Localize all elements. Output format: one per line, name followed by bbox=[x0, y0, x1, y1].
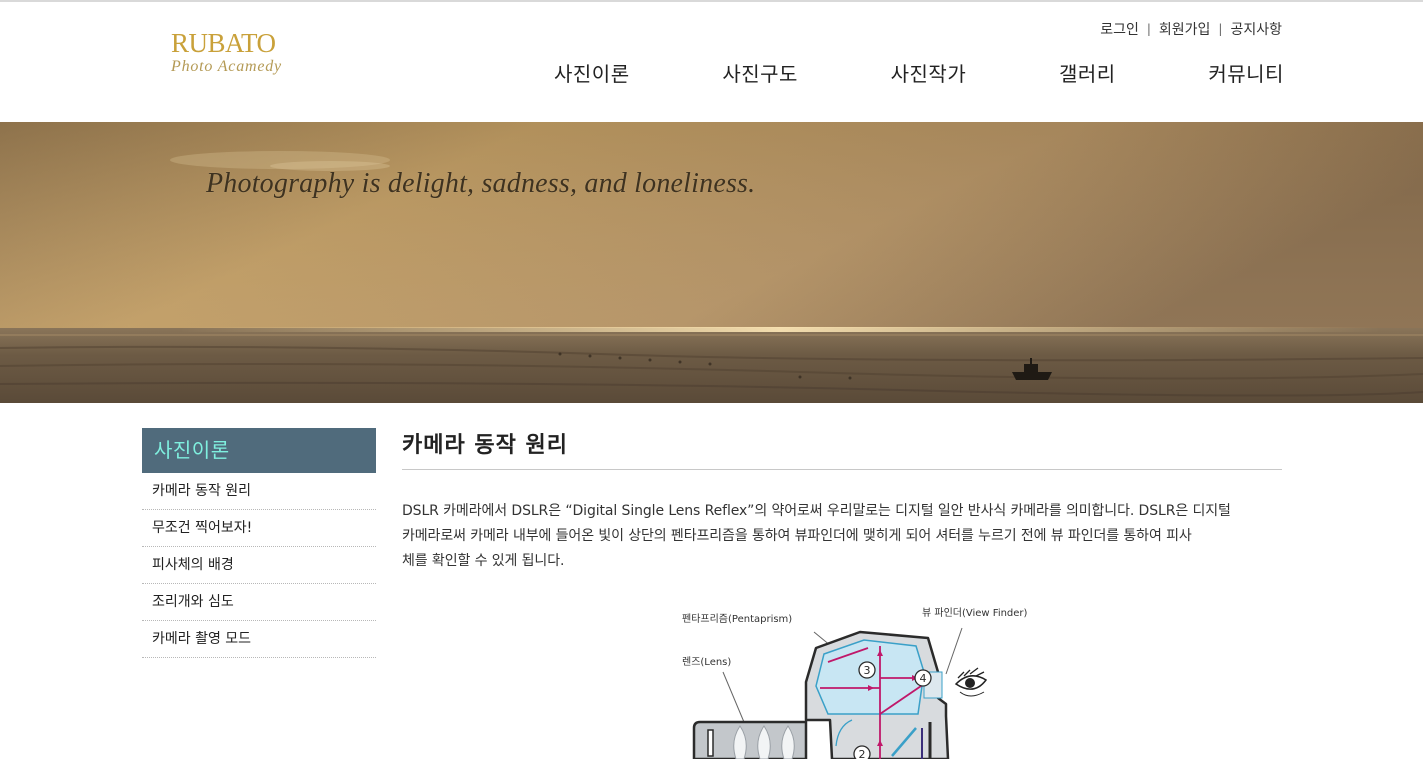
sidebar-item-just-shoot: 무조건 찍어보자! bbox=[142, 510, 376, 547]
marker-2: 2 bbox=[853, 745, 871, 759]
login-link[interactable]: 로그인 bbox=[1100, 19, 1139, 39]
sidebar-title: 사진이론 bbox=[142, 428, 376, 473]
divider: | bbox=[1146, 22, 1151, 36]
sidebar-link[interactable]: 카메라 동작 원리 bbox=[142, 473, 376, 509]
nav-item-composition[interactable]: 사진구도 bbox=[722, 58, 798, 87]
sidebar-link[interactable]: 조리개와 심도 bbox=[142, 584, 376, 620]
sidebar-item-aperture-depth: 조리개와 심도 bbox=[142, 584, 376, 621]
paragraph-line: 카메라로써 카메라 내부에 들어온 빛이 상단의 펜타프리즘을 통하여 뷰파인더… bbox=[402, 528, 1192, 544]
divider: | bbox=[1218, 22, 1223, 36]
marker-3: 3 bbox=[858, 661, 876, 679]
main-nav: 사진이론 사진구도 사진작가 갤러리 커뮤니티 bbox=[554, 58, 1284, 87]
marker-2-label: 2 bbox=[859, 748, 866, 759]
sidebar-link[interactable]: 피사체의 배경 bbox=[142, 547, 376, 583]
paragraph-line: 체를 확인할 수 있게 됩니다. bbox=[402, 553, 565, 569]
nav-item-photo-theory[interactable]: 사진이론 bbox=[554, 58, 630, 87]
logo-name: RUBATO bbox=[171, 28, 276, 58]
nav-item-community[interactable]: 커뮤니티 bbox=[1208, 58, 1284, 87]
marker-4-label: 4 bbox=[920, 672, 927, 685]
sunset-sea-image bbox=[0, 122, 1423, 403]
page-title: 카메라 동작 원리 bbox=[402, 425, 1282, 470]
sidebar-list: 카메라 동작 원리 무조건 찍어보자! 피사체의 배경 조리개와 심도 카메라 … bbox=[142, 473, 376, 658]
paragraph-line: DSLR 카메라에서 DSLR은 “Digital Single Lens Re… bbox=[402, 503, 1231, 519]
notice-link[interactable]: 공지사항 bbox=[1230, 19, 1282, 39]
marker-4: 4 bbox=[914, 669, 932, 687]
logo[interactable]: RUBATO Photo Acamedy bbox=[171, 30, 301, 80]
logo-subtitle: Photo Acamedy bbox=[171, 58, 282, 75]
nav-item-photographers[interactable]: 사진작가 bbox=[891, 58, 967, 87]
signup-link[interactable]: 회원가입 bbox=[1159, 19, 1211, 39]
sidebar-link[interactable]: 무조건 찍어보자! bbox=[142, 510, 376, 546]
hero-banner: Photography is delight, sadness, and lon… bbox=[0, 122, 1423, 403]
sidebar-item-camera-principle: 카메라 동작 원리 bbox=[142, 473, 376, 510]
banner-quote: Photography is delight, sadness, and lon… bbox=[206, 168, 756, 199]
top-border bbox=[0, 0, 1423, 2]
utility-nav: 로그인 | 회원가입 | 공지사항 bbox=[1100, 19, 1282, 39]
content-paragraph: DSLR 카메라에서 DSLR은 “Digital Single Lens Re… bbox=[402, 499, 1282, 574]
camera-cross-section: 3 4 2 bbox=[692, 627, 988, 759]
sidebar-link[interactable]: 카메라 촬영 모드 bbox=[142, 621, 376, 657]
marker-3-label: 3 bbox=[864, 664, 871, 677]
sidebar: 사진이론 카메라 동작 원리 무조건 찍어보자! 피사체의 배경 조리개와 심도… bbox=[142, 428, 376, 658]
main-content: 카메라 동작 원리 DSLR 카메라에서 DSLR은 “Digital Sing… bbox=[402, 425, 1282, 574]
sidebar-item-shooting-mode: 카메라 촬영 모드 bbox=[142, 621, 376, 658]
nav-item-gallery[interactable]: 갤러리 bbox=[1059, 58, 1116, 87]
eye-icon bbox=[954, 667, 988, 697]
dslr-diagram: 펜타프리즘(Pentaprism) 뷰 파인더(View Finder) 렌즈(… bbox=[668, 596, 1048, 759]
sidebar-item-subject-background: 피사체의 배경 bbox=[142, 547, 376, 584]
